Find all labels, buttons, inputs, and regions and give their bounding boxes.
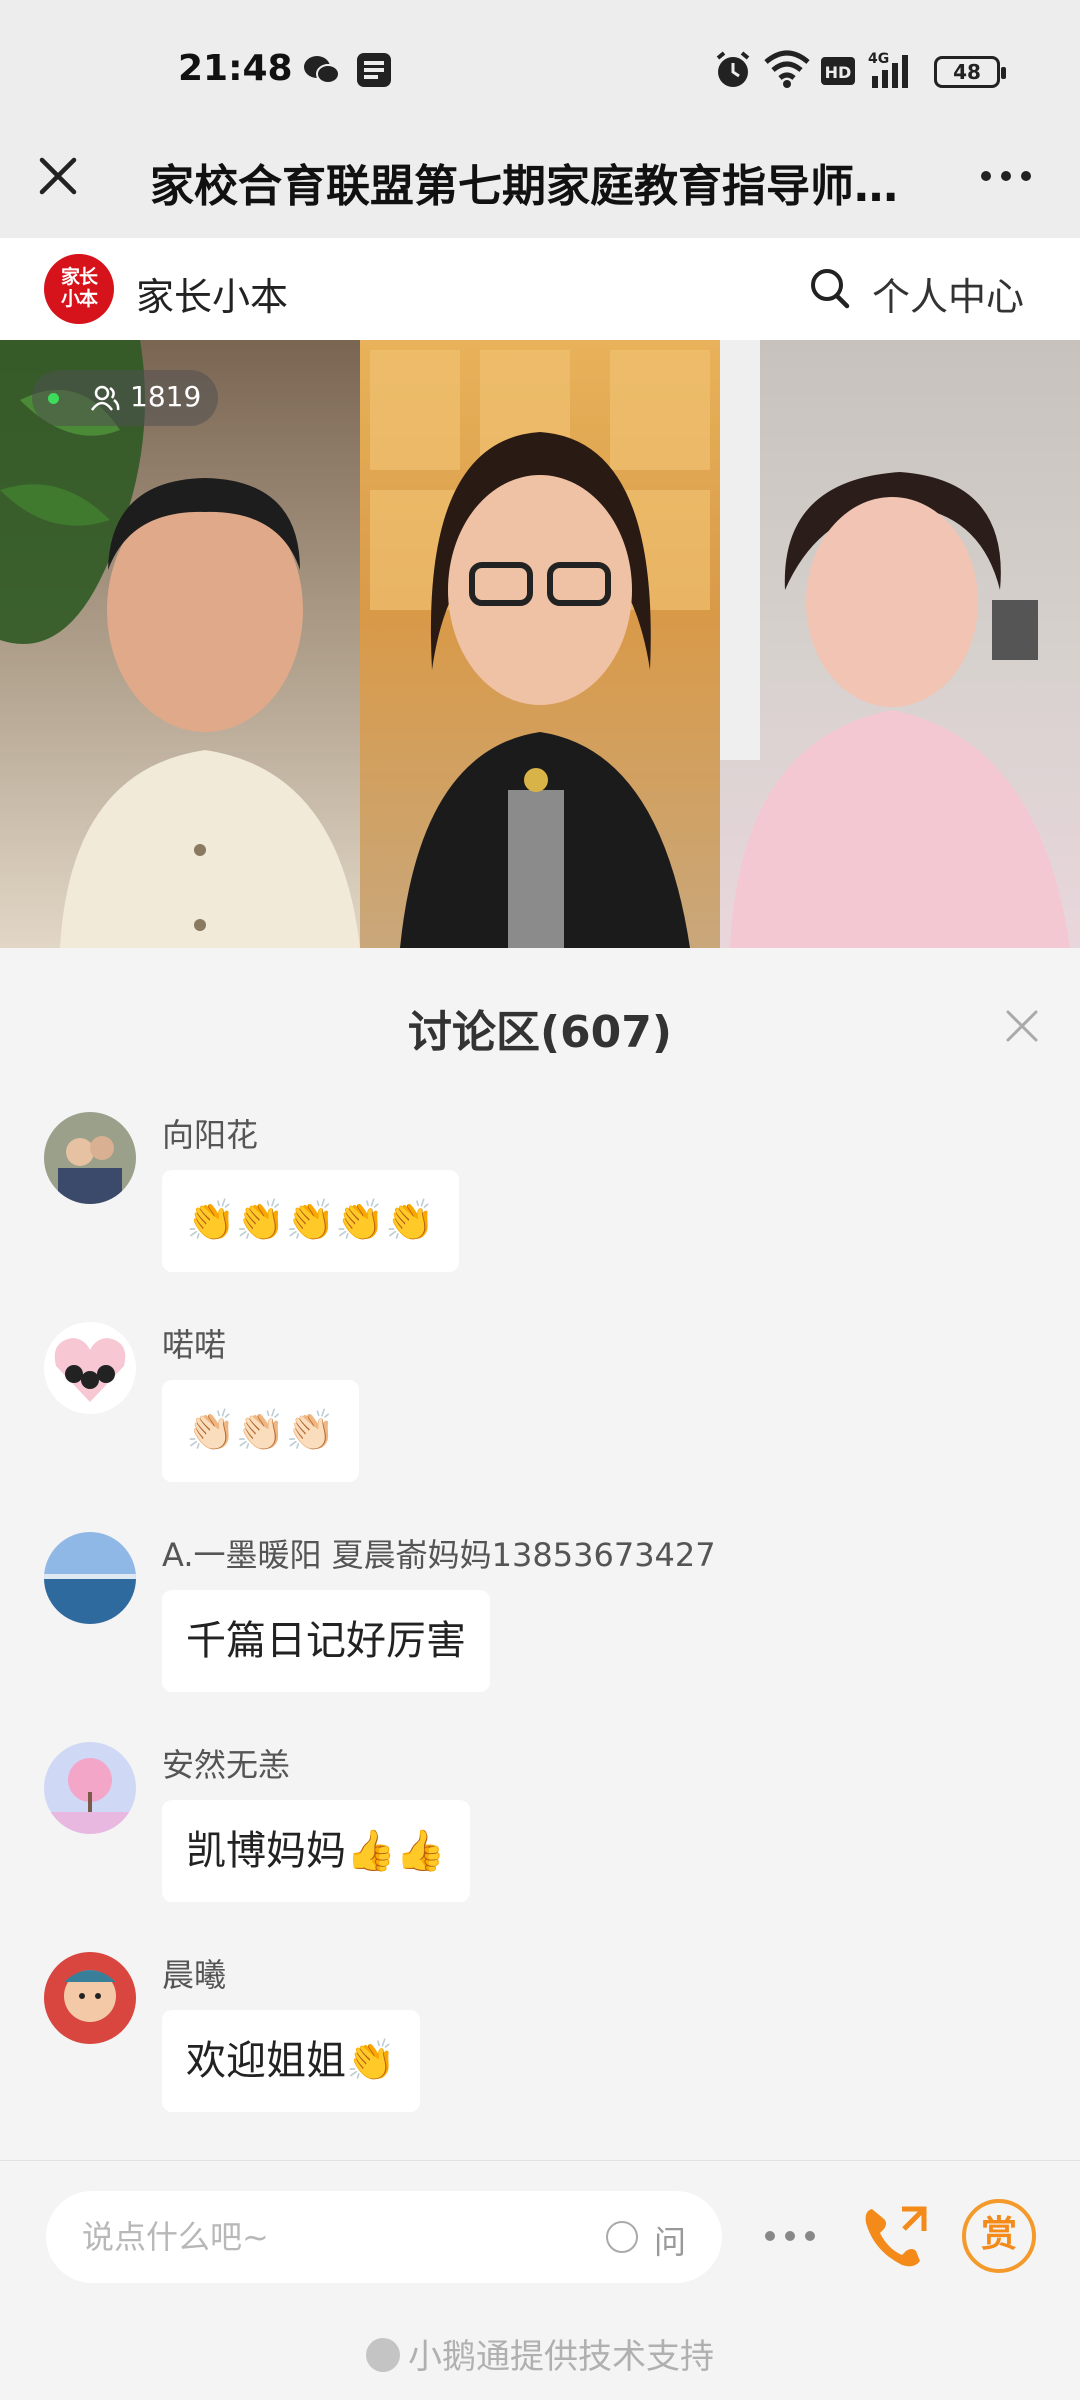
message-bubble: 👏🏻👏🏻👏🏻 xyxy=(162,1380,360,1482)
ask-label: 问 xyxy=(654,2223,687,2261)
title-bar: 家校合育联盟第七期家庭教育指导师… xyxy=(0,120,1080,238)
battery-icon: 48 xyxy=(934,56,1006,88)
alarm-icon xyxy=(714,50,752,94)
sender-name: 向阳花 xyxy=(162,1116,259,1154)
sender-name: 晨曦 xyxy=(162,1956,227,1994)
discussion-panel: 讨论区(607) 向阳花 👏👏👏👏👏 喏喏 👏🏻👏🏻👏🏻 A.一墨暖阳 夏晨嵛妈… xyxy=(0,948,1080,2160)
ask-question-toggle[interactable]: 问 xyxy=(606,2217,706,2261)
avatar[interactable] xyxy=(44,1742,136,1834)
brand-name[interactable]: 家长小本 xyxy=(136,266,288,321)
live-video-area[interactable]: 1819 xyxy=(0,340,1080,948)
svg-text:4G: 4G xyxy=(868,51,889,67)
close-icon[interactable] xyxy=(28,146,88,206)
avatar[interactable] xyxy=(44,1532,136,1624)
message-bubble: 👏👏👏👏👏 xyxy=(162,1170,460,1272)
viewer-count-badge: 1819 xyxy=(32,370,218,426)
live-indicator xyxy=(48,393,59,404)
more-dots-icon[interactable] xyxy=(760,2211,820,2261)
more-icon[interactable] xyxy=(976,146,1036,206)
app-icon xyxy=(356,52,392,92)
message-bubble: 欢迎姐姐👏 xyxy=(162,2010,420,2112)
message-bubble: 千篇日记好厉害 xyxy=(162,1590,490,1692)
video-panel-speaker xyxy=(360,340,720,948)
wifi-icon xyxy=(764,50,810,92)
people-icon xyxy=(90,384,120,416)
page-title: 家校合育联盟第七期家庭教育指导师… xyxy=(150,161,898,212)
close-discussion-icon[interactable] xyxy=(1000,1004,1044,1048)
brand-logo[interactable]: 家长 小本 xyxy=(44,254,114,324)
discussion-title: 讨论区(607) xyxy=(407,1007,673,1058)
wechat-icon xyxy=(302,52,342,92)
sender-name: A.一墨暖阳 夏晨嵛妈妈13853673427 xyxy=(162,1536,716,1574)
signal-icon: 4G xyxy=(868,50,918,94)
message-bubble: 凯博妈妈👍👍 xyxy=(162,1800,470,1902)
reward-button[interactable]: 赏 xyxy=(962,2199,1036,2273)
phone-icon[interactable] xyxy=(858,2199,934,2275)
sender-name: 喏喏 xyxy=(162,1326,227,1364)
status-bar: 21:48 HD 4G 48 xyxy=(0,0,1080,120)
avatar[interactable] xyxy=(44,1952,136,2044)
ask-radio[interactable] xyxy=(606,2221,638,2253)
search-icon[interactable] xyxy=(808,266,852,316)
video-panel-host xyxy=(0,340,360,948)
brand-bar: 家长 小本 家长小本 个人中心 xyxy=(0,238,1080,340)
screen: 21:48 HD 4G 48 家校合育联盟第七期家庭教育指导师… 家长 小本 家… xyxy=(0,0,1080,2400)
video-panel-guest xyxy=(720,340,1080,948)
svg-text:HD: HD xyxy=(825,63,852,82)
powered-by-text: 小鹅通提供技术支持 xyxy=(408,2337,714,2377)
sender-name: 安然无恙 xyxy=(162,1746,291,1784)
hd-icon: HD xyxy=(820,56,856,90)
status-time: 21:48 xyxy=(178,48,293,89)
input-bar: 问 赏 小鹅通提供技术支持 xyxy=(0,2160,1080,2400)
avatar[interactable] xyxy=(44,1112,136,1204)
xiaoetong-icon xyxy=(366,2338,400,2372)
personal-center-link[interactable]: 个人中心 xyxy=(872,266,1024,321)
viewer-count: 1819 xyxy=(130,380,202,413)
avatar[interactable] xyxy=(44,1322,136,1414)
powered-by: 小鹅通提供技术支持 xyxy=(0,2329,1080,2378)
